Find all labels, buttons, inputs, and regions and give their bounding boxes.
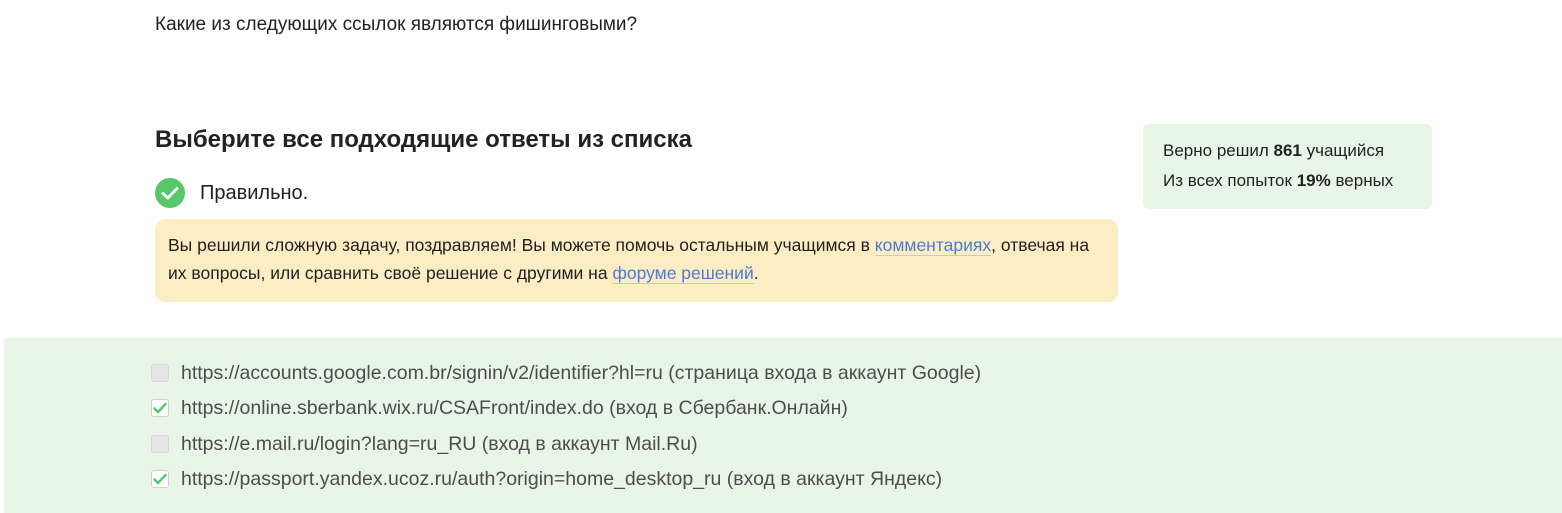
success-percent: 19%: [1296, 171, 1331, 190]
stats-percent-prefix: Из всех попыток: [1163, 171, 1297, 190]
checkbox-checked[interactable]: [151, 399, 169, 417]
feedback-message: Вы решили сложную задачу, поздравляем! В…: [155, 219, 1118, 302]
answer-option-1[interactable]: https://accounts.google.com.br/signin/v2…: [151, 358, 1351, 388]
answer-option-label: https://accounts.google.com.br/signin/v2…: [181, 361, 982, 384]
solved-count: 861: [1273, 141, 1302, 160]
stats-solved-prefix: Верно решил: [1163, 141, 1274, 160]
answer-option-label: https://e.mail.ru/login?lang=ru_RU (вход…: [181, 432, 698, 455]
solutions-forum-link[interactable]: форуме решений: [612, 263, 754, 284]
checkmark-icon: [153, 402, 167, 414]
checkbox-checked[interactable]: [151, 470, 169, 488]
stats-percent-line: Из всех попыток 19% верных: [1163, 166, 1412, 196]
check-circle-icon: [155, 178, 185, 208]
answer-option-3[interactable]: https://e.mail.ru/login?lang=ru_RU (вход…: [151, 429, 1351, 459]
answer-option-4[interactable]: https://passport.yandex.ucoz.ru/auth?ori…: [151, 464, 1351, 494]
answer-option-label: https://online.sberbank.wix.ru/CSAFront/…: [181, 396, 848, 419]
feedback-text-3: .: [753, 263, 759, 283]
checkbox-unchecked[interactable]: [151, 435, 169, 453]
instructions-heading: Выберите все подходящие ответы из списка: [155, 126, 692, 153]
stats-percent-suffix: верных: [1330, 171, 1394, 190]
stats-panel: Верно решил 861 учащийся Из всех попыток…: [1143, 124, 1432, 209]
stats-solved-suffix: учащийся: [1301, 141, 1385, 160]
answer-option-2[interactable]: https://online.sberbank.wix.ru/CSAFront/…: [151, 393, 1351, 423]
checkmark-icon: [153, 473, 167, 485]
feedback-text-1: Вы решили сложную задачу, поздравляем! В…: [168, 235, 875, 255]
comments-link[interactable]: комментариях: [874, 235, 992, 256]
checkbox-unchecked[interactable]: [151, 364, 169, 382]
result-status: Правильно.: [155, 178, 308, 208]
answer-option-label: https://passport.yandex.ucoz.ru/auth?ori…: [181, 467, 943, 490]
status-text: Правильно.: [200, 181, 309, 204]
question-text: Какие из следующих ссылок являются фишин…: [155, 14, 638, 35]
stats-solved-line: Верно решил 861 учащийся: [1163, 136, 1412, 166]
